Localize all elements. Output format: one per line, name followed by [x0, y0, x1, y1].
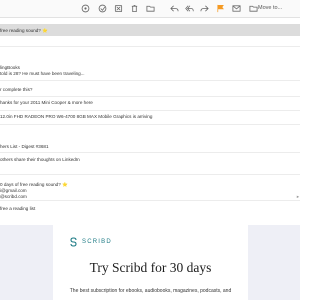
junk-icon[interactable]	[114, 4, 123, 13]
flag-icon[interactable]	[216, 4, 225, 13]
message-subject: free reading sound? ⭐	[0, 28, 48, 33]
divider	[0, 124, 300, 125]
message-subject: hanks for your 2011 Mini Cooper & more h…	[0, 100, 93, 105]
divider	[0, 174, 300, 175]
email-headline: Try Scribd for 30 days	[89, 260, 212, 275]
message-sender: lingBooks	[0, 65, 20, 70]
email-preview-pane: SCRIBD Try Scribd for 30 days The best s…	[0, 225, 300, 300]
move-folder-icon	[249, 4, 258, 13]
email-card: SCRIBD Try Scribd for 30 days The best s…	[53, 225, 248, 300]
forward-icon[interactable]	[200, 4, 209, 13]
brand-name: SCRIBD	[82, 239, 112, 245]
message-list: free reading sound? ⭐ lingBooks told is …	[0, 18, 300, 224]
divider	[0, 46, 300, 47]
message-subject: others share their thoughts on LinkedIn	[0, 157, 80, 162]
mail-toolbar: Move to...	[0, 0, 300, 18]
trash-icon[interactable]	[130, 4, 139, 13]
message-subject: free a reading list	[0, 206, 36, 211]
divider	[0, 152, 300, 153]
reply-icon[interactable]	[170, 4, 179, 13]
message-subject: 12.0in FHD RADEON PRO W6-4700 8GB MAX Mo…	[0, 114, 153, 119]
message-row-selected[interactable]: free reading sound? ⭐	[0, 24, 300, 36]
email-subline: The best subscription for ebooks, audiob…	[69, 288, 232, 294]
divider	[0, 96, 300, 97]
divider	[0, 80, 300, 81]
message-subject: r complete this?	[0, 87, 33, 92]
folder-icon[interactable]	[146, 4, 155, 13]
archive-icon[interactable]	[81, 4, 90, 13]
email-icon[interactable]	[232, 4, 241, 13]
mark-unread-icon[interactable]	[98, 4, 107, 13]
scribd-logo: SCRIBD	[69, 237, 111, 247]
move-to-button[interactable]: Move to...	[258, 5, 282, 11]
reply-all-icon[interactable]	[185, 4, 194, 13]
message-subject: hers List - Digest #3681	[0, 144, 49, 149]
expand-icon[interactable]: ►	[296, 194, 300, 199]
scribd-logo-icon	[70, 237, 77, 247]
divider	[0, 200, 300, 201]
divider	[0, 110, 300, 111]
